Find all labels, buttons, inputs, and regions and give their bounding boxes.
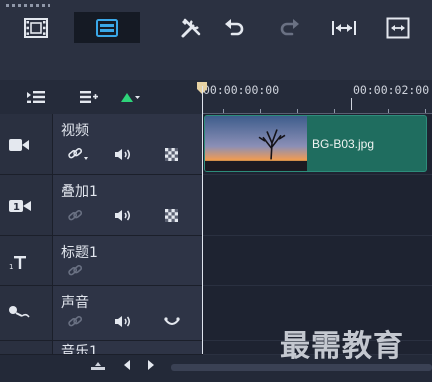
scroll-right-icon: [148, 360, 154, 370]
ruler-major-tick: [351, 98, 352, 110]
video-track-icon: [9, 139, 29, 151]
track-icon-column: 1: [0, 175, 53, 235]
track-name-voice: 声音: [61, 295, 89, 311]
ruler-minor-tick: [334, 109, 335, 113]
audio-ducking-icon[interactable]: [164, 317, 180, 327]
redo-button[interactable]: [276, 12, 304, 43]
ruler-minor-tick: [297, 109, 298, 113]
chapter-list-icon: [80, 91, 98, 103]
track-header-title[interactable]: 1 标题1: [0, 236, 203, 286]
link-icon[interactable]: [67, 315, 83, 328]
track-name-music: 音乐1: [61, 344, 98, 355]
drag-handle[interactable]: [6, 4, 50, 7]
ruler-minor-tick: [260, 109, 261, 113]
voice-track-icon: [9, 306, 30, 318]
track-header-toolbar: [0, 80, 203, 114]
add-marker-button[interactable]: [120, 88, 142, 106]
link-icon[interactable]: [67, 147, 89, 161]
timecode-2s: 00:00:02:00: [353, 83, 430, 97]
speaker-icon[interactable]: [114, 148, 132, 161]
ruler-minor-tick: [223, 109, 224, 113]
track-manager-icon: [27, 91, 45, 103]
ruler-minor-tick: [388, 109, 389, 113]
ruler-minor-tick: [425, 109, 426, 113]
expand-icon: [386, 17, 410, 38]
track-header-overlay[interactable]: 1 叠加1: [0, 175, 203, 236]
track-icon-column: [0, 341, 53, 354]
timeline-clip[interactable]: BG-B03.jpg: [204, 115, 427, 172]
track-lane-title[interactable]: [203, 236, 432, 286]
undo-button[interactable]: [220, 12, 248, 43]
link-icon[interactable]: [67, 209, 83, 222]
track-manager-button[interactable]: [26, 88, 46, 106]
track-header-music[interactable]: 音乐1: [0, 341, 203, 355]
checkerboard-icon[interactable]: [165, 209, 178, 222]
speaker-icon[interactable]: [114, 209, 132, 222]
storyboard-view-button[interactable]: [74, 12, 140, 43]
checkerboard-icon[interactable]: [165, 148, 178, 161]
track-header-voice[interactable]: 声音: [0, 286, 203, 341]
track-icon-column: [0, 286, 53, 340]
track-name-title: 标题1: [61, 245, 98, 261]
track-lane-overlay[interactable]: [203, 175, 432, 236]
storyboard-icon: [96, 18, 118, 37]
track-icon-column: 1: [0, 236, 53, 285]
overlay-track-icon: 1: [9, 200, 31, 213]
timeline-view-button[interactable]: [16, 12, 56, 43]
fit-to-window-icon: [332, 20, 356, 35]
title-track-icon: 1: [9, 256, 26, 270]
svg-text:1: 1: [13, 202, 20, 213]
track-name-overlay: 叠加1: [61, 184, 98, 200]
track-header-video[interactable]: 视频: [0, 114, 203, 175]
chapter-list-button[interactable]: [79, 88, 99, 106]
redo-icon: [280, 18, 299, 35]
film-strip-icon: [24, 17, 48, 38]
zoom-slider-icon: [91, 362, 105, 370]
link-icon[interactable]: [67, 264, 83, 277]
clip-thumbnail: [205, 116, 307, 171]
tools-icon: [181, 18, 201, 37]
svg-text:1: 1: [9, 263, 13, 270]
track-icon-column: [0, 114, 53, 174]
track-name-video: 视频: [61, 123, 89, 139]
tools-button[interactable]: [176, 12, 206, 43]
scroll-right-button[interactable]: [147, 360, 154, 370]
horizontal-scrollbar[interactable]: [171, 364, 432, 371]
scroll-left-button[interactable]: [124, 360, 131, 370]
add-marker-icon: [121, 93, 140, 102]
timecode-start: 00:00:00:00: [203, 83, 280, 97]
expand-button[interactable]: [383, 12, 413, 43]
timeline-ruler[interactable]: 00:00:00:00 00:00:02:00: [203, 80, 432, 114]
speaker-icon[interactable]: [114, 315, 132, 328]
clip-label: BG-B03.jpg: [312, 137, 375, 151]
watermark: 最需教育: [280, 329, 404, 364]
playhead-line[interactable]: [202, 86, 203, 354]
main-toolbar: [0, 0, 432, 80]
scroll-left-icon: [124, 360, 130, 370]
undo-icon: [225, 18, 244, 35]
zoom-slider-button[interactable]: [90, 360, 106, 372]
fit-project-button[interactable]: [327, 12, 361, 43]
